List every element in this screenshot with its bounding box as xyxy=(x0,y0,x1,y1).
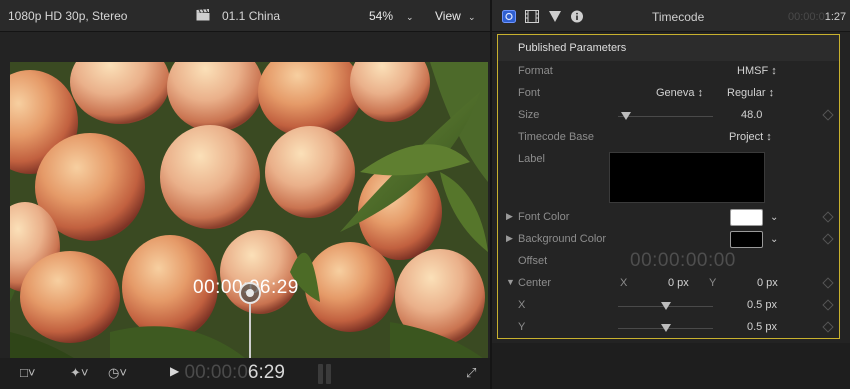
zoom-chevron-icon[interactable]: ⌄ xyxy=(406,12,414,23)
keyframe-button[interactable] xyxy=(822,299,834,311)
speedometer-icon[interactable]: ◷˅ xyxy=(108,365,127,381)
pause-icon[interactable] xyxy=(318,364,332,384)
keyframe-button[interactable] xyxy=(822,211,834,223)
disclosure-triangle-open-icon[interactable]: ▼ xyxy=(506,277,515,287)
keyframe-button[interactable] xyxy=(822,233,834,245)
center-y-axis-label: Y xyxy=(709,277,717,289)
format-popup[interactable]: HMSF ↕ xyxy=(737,65,777,77)
font-color-swatch[interactable] xyxy=(730,209,763,226)
keyframe-button[interactable] xyxy=(822,277,834,289)
inspector-timecode-dim: 00:00:0 xyxy=(788,11,825,23)
viewer-canvas[interactable] xyxy=(0,32,490,362)
y-value[interactable]: 0.5 px xyxy=(747,321,777,333)
center-x-axis-label: X xyxy=(620,277,628,289)
param-label: Font Color xyxy=(518,211,570,223)
inspector-timecode-lit: 1:27 xyxy=(824,11,847,23)
center-x-value[interactable]: 0 px xyxy=(668,277,689,289)
clip-name: 01.1 China xyxy=(222,9,281,23)
param-row-size: Size 48.0 xyxy=(498,105,839,127)
playhead-timecode-lit: 6:29 xyxy=(247,362,285,383)
param-label: Size xyxy=(518,109,540,121)
param-label: Font xyxy=(518,87,541,99)
timecode-base-popup[interactable]: Project ↕ xyxy=(729,131,772,143)
zoom-menu[interactable]: 54% xyxy=(369,9,393,23)
keyframe-button[interactable] xyxy=(822,321,834,333)
play-icon[interactable]: ▶ xyxy=(170,364,179,378)
keyframe-button[interactable] xyxy=(822,109,834,121)
chevron-down-icon[interactable]: ⌄ xyxy=(770,212,778,223)
view-menu[interactable]: View xyxy=(435,9,461,23)
video-inspector-icon[interactable] xyxy=(525,10,539,23)
view-chevron-icon[interactable]: ⌄ xyxy=(468,12,476,23)
chevron-down-icon[interactable]: ⌄ xyxy=(770,234,778,245)
param-label: Label xyxy=(518,153,545,165)
onscreen-position-control[interactable] xyxy=(239,282,261,304)
viewer-panel: 1080p HD 30p, Stereo 01.1 China 54% ⌄ Vi… xyxy=(0,0,490,389)
background-color-swatch[interactable] xyxy=(730,231,763,248)
fullscreen-icon[interactable]: ⤢ xyxy=(466,365,476,381)
param-row-font-color: ▶ Font Color ⌄ xyxy=(498,207,839,229)
playhead-timecode[interactable]: ▶ 00:00:06:29 xyxy=(170,362,285,384)
format-info: 1080p HD 30p, Stereo xyxy=(8,9,128,23)
inspector-timecode: 00:00:01:27 xyxy=(788,11,846,23)
size-slider-knob[interactable] xyxy=(620,112,631,120)
x-slider-knob[interactable] xyxy=(660,302,671,310)
param-label: Y xyxy=(518,321,526,333)
transform-icon[interactable]: □˅ xyxy=(20,365,35,380)
center-y-value[interactable]: 0 px xyxy=(757,277,778,289)
viewer-toolbar: 1080p HD 30p, Stereo 01.1 China 54% ⌄ Vi… xyxy=(0,0,490,32)
offset-timecode-field[interactable]: 00:00:00:00 xyxy=(630,250,736,272)
section-title: Published Parameters xyxy=(518,42,627,54)
disclosure-triangle-icon[interactable]: ▶ xyxy=(506,211,513,222)
font-style-popup[interactable]: Regular ↕ xyxy=(727,87,774,99)
published-parameters-group: Published Parameters Format HMSF ↕ Font … xyxy=(497,34,840,339)
y-slider-knob[interactable] xyxy=(660,324,671,332)
param-row-format: Format HMSF ↕ xyxy=(498,61,839,83)
info-icon[interactable] xyxy=(570,10,584,23)
enhance-wand-icon[interactable]: ✦˅ xyxy=(70,365,88,381)
param-label: Format xyxy=(518,65,553,77)
inspector-toolbar: Timecode 00:00:01:27 xyxy=(492,0,850,32)
size-value[interactable]: 48.0 xyxy=(741,109,762,121)
param-row-background-color: ▶ Background Color ⌄ xyxy=(498,229,839,251)
font-family-popup[interactable]: Geneva ↕ xyxy=(656,87,703,99)
label-text-field[interactable] xyxy=(609,152,765,203)
disclosure-triangle-icon[interactable]: ▶ xyxy=(506,233,513,244)
param-label: Offset xyxy=(518,255,548,267)
inspector-panel: Timecode 00:00:01:27 Published Parameter… xyxy=(490,0,850,389)
param-row-y: Y 0.5 px xyxy=(498,317,839,339)
param-label: Timecode Base xyxy=(518,131,595,143)
param-row-center: ▼ Center X 0 px Y 0 px xyxy=(498,273,839,295)
playhead-timecode-dim: 00:00:0 xyxy=(184,362,248,383)
inspector-title: Timecode xyxy=(652,10,705,24)
inspector-footer xyxy=(492,343,850,389)
param-label: Center xyxy=(518,277,552,289)
clapperboard-icon xyxy=(196,9,210,21)
param-row-x: X 0.5 px xyxy=(498,295,839,317)
size-slider-track[interactable] xyxy=(618,116,713,117)
param-row-font: Font Geneva ↕ Regular ↕ xyxy=(498,83,839,105)
section-header[interactable]: Published Parameters xyxy=(498,35,839,61)
color-inspector-icon[interactable] xyxy=(548,10,562,23)
param-label: X xyxy=(518,299,526,311)
x-value[interactable]: 0.5 px xyxy=(747,299,777,311)
generator-inspector-icon[interactable] xyxy=(502,10,516,23)
param-label: Background Color xyxy=(518,233,607,245)
param-row-timecode-base: Timecode Base Project ↕ xyxy=(498,127,839,149)
